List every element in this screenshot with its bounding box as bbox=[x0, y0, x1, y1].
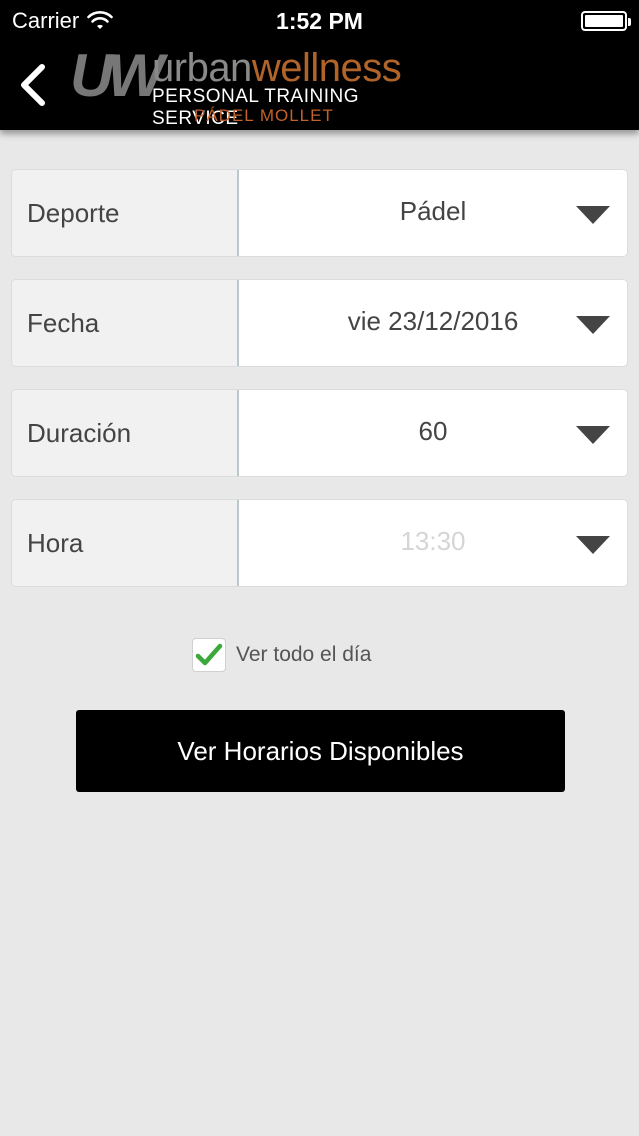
select-value-hora: 13:30 bbox=[400, 525, 466, 556]
form-label-fecha: Fecha bbox=[12, 280, 239, 366]
logo-mark: UW bbox=[70, 42, 164, 109]
caret-down-icon bbox=[576, 426, 610, 444]
form-label-duracion: Duración bbox=[12, 390, 239, 476]
caret-down-icon bbox=[576, 206, 610, 224]
select-fecha[interactable]: vie 23/12/2016 bbox=[239, 280, 627, 366]
all-day-option: Ver todo el día bbox=[192, 638, 371, 672]
battery-fill bbox=[585, 15, 623, 27]
back-button[interactable] bbox=[10, 58, 56, 112]
select-value-fecha: vie 23/12/2016 bbox=[347, 305, 519, 336]
logo-brand-wellness: wellness bbox=[251, 46, 402, 90]
chevron-left-icon bbox=[21, 64, 45, 106]
form-row-hora: Hora 13:30 bbox=[12, 500, 627, 586]
caret-down-icon bbox=[576, 536, 610, 554]
form-row-deporte: Deporte Pádel bbox=[12, 170, 627, 256]
select-value-deporte: Pádel bbox=[399, 195, 467, 226]
status-time: 1:52 PM bbox=[276, 8, 363, 34]
form-label-hora: Hora bbox=[12, 500, 239, 586]
all-day-checkbox[interactable] bbox=[192, 638, 226, 672]
checkmark-icon bbox=[195, 643, 223, 666]
all-day-label: Ver todo el día bbox=[236, 643, 372, 666]
logo-brand-urban: urban bbox=[152, 46, 252, 90]
status-bar: Carrier 1:52 PM bbox=[0, 0, 639, 42]
logo-brand: urbanwellness bbox=[152, 46, 402, 90]
caret-down-icon bbox=[576, 316, 610, 334]
nav-bar: UW urbanwellness PERSONAL TRAINING SERVI… bbox=[0, 42, 639, 130]
battery-icon bbox=[581, 11, 631, 31]
form-row-fecha: Fecha vie 23/12/2016 bbox=[12, 280, 627, 366]
form-row-duracion: Duración 60 bbox=[12, 390, 627, 476]
select-value-duracion: 60 bbox=[418, 415, 448, 446]
select-duracion[interactable]: 60 bbox=[239, 390, 627, 476]
view-available-times-button[interactable]: Ver Horarios Disponibles bbox=[76, 710, 565, 792]
select-hora[interactable]: 13:30 bbox=[239, 500, 627, 586]
select-deporte[interactable]: Pádel bbox=[239, 170, 627, 256]
form-label-deporte: Deporte bbox=[12, 170, 239, 256]
brand-logo: UW urbanwellness PERSONAL TRAINING SERVI… bbox=[70, 42, 450, 130]
logo-subtitle: PÁDEL MOLLET bbox=[194, 106, 334, 125]
screen: Carrier 1:52 PM UW urbanwellness PERSONA… bbox=[0, 0, 639, 1136]
